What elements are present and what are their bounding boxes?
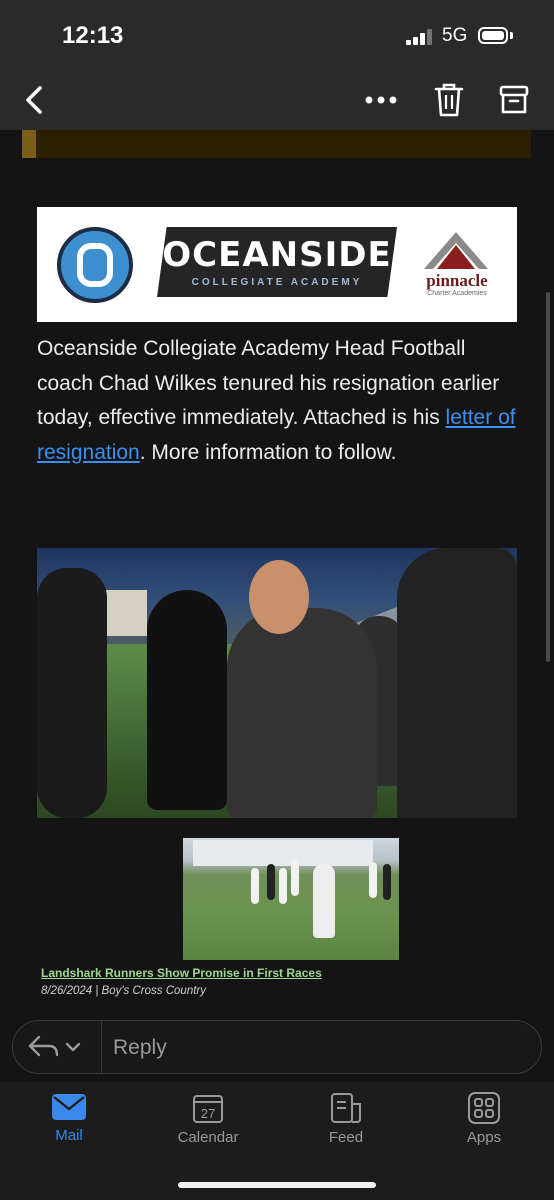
calendar-icon: 27 <box>193 1095 223 1123</box>
archive-button[interactable] <box>498 82 530 118</box>
partner-subtitle: Charter Academies <box>427 290 487 297</box>
news-thumbnail[interactable] <box>183 838 399 960</box>
reply-label[interactable]: Reply <box>113 1036 167 1060</box>
mail-icon <box>52 1094 86 1120</box>
banner-subtitle: COLLEGIATE ACADEMY <box>191 277 363 288</box>
chevron-left-icon <box>26 86 42 114</box>
shark-logo-icon <box>57 227 133 303</box>
feed-icon <box>331 1093 361 1123</box>
coach-photo <box>37 548 517 818</box>
oceanside-logo: OCEANSIDE COLLEGIATE ACADEMY <box>157 227 397 297</box>
tab-calendar[interactable]: 27 Calendar <box>158 1092 258 1162</box>
back-button[interactable] <box>22 82 52 118</box>
battery-icon <box>478 27 508 44</box>
status-bar: 12:13 5G <box>0 0 554 70</box>
banner-title: OCEANSIDE <box>162 235 392 275</box>
news-meta: 8/26/2024 | Boy's Cross Country <box>41 985 206 997</box>
message-toolbar <box>0 70 554 130</box>
tab-mail[interactable]: Mail <box>19 1092 119 1162</box>
news-headline-link[interactable]: Landshark Runners Show Promise in First … <box>41 966 322 980</box>
clock: 12:13 <box>62 22 124 49</box>
delete-button[interactable] <box>432 80 466 120</box>
tab-apps[interactable]: Apps <box>434 1092 534 1162</box>
pinnacle-logo-icon <box>424 232 488 269</box>
network-type: 5G <box>442 25 468 46</box>
trash-icon <box>434 83 464 117</box>
reply-bar[interactable]: Reply <box>12 1020 542 1074</box>
message-body: Oceanside Collegiate Academy Head Footba… <box>37 337 516 464</box>
reply-arrow-icon[interactable] <box>27 1033 87 1061</box>
svg-text:27: 27 <box>201 1106 215 1121</box>
home-indicator[interactable] <box>178 1182 376 1188</box>
partner-name: pinnacle <box>426 271 488 290</box>
more-icon <box>365 96 397 104</box>
school-banner: OCEANSIDE COLLEGIATE ACADEMY pinnacle Ch… <box>37 207 517 322</box>
scrollbar[interactable] <box>546 292 550 662</box>
more-options-button[interactable] <box>362 88 400 112</box>
apps-icon <box>468 1092 500 1124</box>
signal-icon <box>406 29 432 45</box>
archive-icon <box>499 85 529 114</box>
header-bar <box>22 130 531 158</box>
tab-feed[interactable]: Feed <box>296 1092 396 1162</box>
